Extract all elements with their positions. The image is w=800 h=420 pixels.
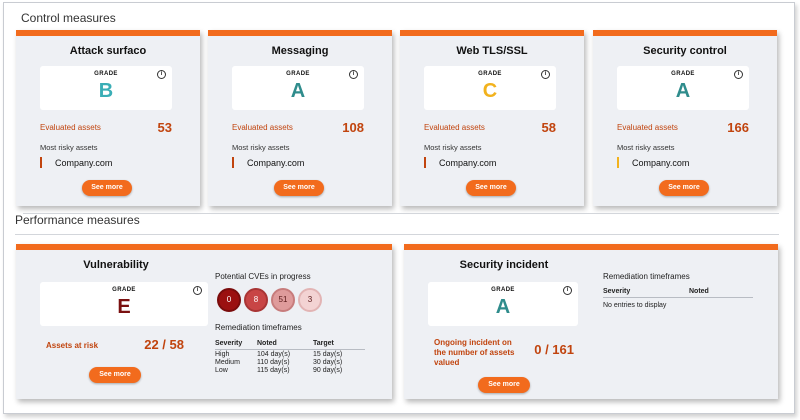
incident-remediation-table: Severity Noted No entries to display [603, 288, 753, 309]
risk-level-bar [617, 157, 619, 168]
most-risky-label: Most risky assets [232, 143, 290, 152]
empty-table-message: No entries to display [603, 302, 667, 309]
vulnerability-card: Vulnerability GRADE i E Assets at risk 2… [16, 244, 392, 399]
assets-at-risk-label: Assets at risk [46, 341, 99, 350]
evaluated-assets-value: 53 [157, 120, 172, 135]
col-noted: Noted [257, 340, 313, 350]
table-row: Low 115 day(s) 90 day(s) [215, 366, 365, 374]
incident-title: Security incident [459, 259, 549, 271]
info-icon[interactable]: i [157, 70, 166, 79]
table-cell: 90 day(s) [313, 367, 343, 374]
info-icon[interactable]: i [734, 70, 743, 79]
grade-label: GRADE [286, 71, 310, 77]
cves-title: Potential CVEs in progress [215, 272, 311, 281]
cve-count-badge[interactable]: 8 [244, 288, 268, 312]
evaluated-assets-label: Evaluated assets [424, 123, 485, 132]
grade-label: GRADE [491, 287, 515, 293]
grade-label: GRADE [94, 71, 118, 77]
table-cell: 104 day(s) [257, 351, 291, 358]
table-cell: 110 day(s) [257, 359, 290, 366]
control-measures-title: Control measures [21, 11, 116, 25]
risky-asset-name[interactable]: Company.com [632, 158, 689, 168]
control-card: Messaging GRADE i A Evaluated assets 108 Most … [208, 30, 392, 206]
grade-letter: C [482, 80, 498, 102]
vulnerability-grade: E [117, 296, 131, 318]
ongoing-incident-value: 0 / 161 [534, 342, 574, 357]
section-divider [15, 234, 779, 235]
grade-box: GRADE i B [40, 66, 172, 110]
performance-measures-title: Performance measures [15, 213, 140, 227]
grade-letter: A [290, 80, 306, 102]
col-noted: Noted [689, 288, 753, 298]
vuln-remediation-table: Severity Noted Target High 104 day(s) 15 d… [215, 340, 365, 374]
incident-grade-box: GRADE i A [428, 282, 578, 326]
grade-box: GRADE i A [232, 66, 364, 110]
card-title: Web TLS/SSL [456, 45, 528, 57]
grade-letter: B [98, 80, 114, 102]
col-severity: Severity [603, 288, 689, 298]
card-title: Attack surfaco [69, 45, 147, 57]
info-icon[interactable]: i [563, 286, 572, 295]
grade-letter: A [675, 80, 691, 102]
vuln-remediation-title: Remediation timeframes [215, 323, 302, 332]
evaluated-assets-label: Evaluated assets [40, 123, 101, 132]
evaluated-assets-value: 108 [342, 120, 364, 135]
table-cell: High [215, 351, 230, 358]
vulnerability-grade-box: GRADE i E [40, 282, 208, 326]
grade-box: GRADE i A [617, 66, 749, 110]
risk-level-bar [232, 157, 234, 168]
incident-see-more-button[interactable]: See more [478, 377, 530, 393]
table-cell: 115 day(s) [257, 367, 290, 374]
ongoing-incident-label: Ongoing incident on the number of assets… [434, 338, 515, 367]
incident-remediation-title: Remediation timeframes [603, 272, 690, 281]
card-title: Messaging [271, 45, 329, 57]
assets-at-risk-value: 22 / 58 [144, 337, 184, 352]
see-more-button[interactable]: See more [82, 180, 132, 196]
evaluated-assets-value: 58 [541, 120, 556, 135]
table-cell: 15 day(s) [313, 351, 343, 358]
info-icon[interactable]: i [193, 286, 202, 295]
grade-label: GRADE [478, 71, 502, 77]
cve-count-badge[interactable]: 0 [217, 288, 241, 312]
incident-grade: A [495, 296, 511, 318]
vulnerability-see-more-button[interactable]: See more [89, 367, 141, 383]
risk-level-bar [424, 157, 426, 168]
evaluated-assets-label: Evaluated assets [232, 123, 293, 132]
control-card: Attack surfaco GRADE i B Evaluated assets 53 M… [16, 30, 200, 206]
cve-count-badge[interactable]: 3 [298, 288, 322, 312]
table-cell: Medium [215, 359, 240, 366]
see-more-button[interactable]: See more [466, 180, 516, 196]
table-cell: 30 day(s) [313, 359, 343, 366]
vulnerability-title: Vulnerability [83, 259, 149, 271]
evaluated-assets-value: 166 [727, 120, 749, 135]
grade-label: GRADE [112, 287, 136, 293]
grade-label: GRADE [671, 71, 695, 77]
risky-asset-name[interactable]: Company.com [439, 158, 496, 168]
col-target: Target [313, 340, 365, 350]
risk-level-bar [40, 157, 42, 168]
most-risky-label: Most risky assets [424, 143, 482, 152]
security-incident-card: Security incident GRADE i A Ongoing inci… [404, 244, 778, 399]
table-cell: Low [215, 367, 228, 374]
risky-asset-name[interactable]: Company.com [55, 158, 112, 168]
evaluated-assets-label: Evaluated assets [617, 123, 678, 132]
cve-count-badge[interactable]: 51 [271, 288, 295, 312]
control-card: Security control GRADE i A Evaluated assets 1… [593, 30, 777, 206]
see-more-button[interactable]: See more [659, 180, 709, 196]
info-icon[interactable]: i [349, 70, 358, 79]
most-risky-label: Most risky assets [617, 143, 675, 152]
most-risky-label: Most risky assets [40, 143, 98, 152]
col-severity: Severity [215, 340, 257, 350]
grade-box: GRADE i C [424, 66, 556, 110]
table-row: High 104 day(s) 15 day(s) [215, 350, 365, 358]
see-more-button[interactable]: See more [274, 180, 324, 196]
card-title: Security control [643, 45, 727, 57]
info-icon[interactable]: i [541, 70, 550, 79]
table-row: Medium 110 day(s) 30 day(s) [215, 358, 365, 366]
control-card: Web TLS/SSL GRADE i C Evaluated assets 58 Most… [400, 30, 584, 206]
risky-asset-name[interactable]: Company.com [247, 158, 304, 168]
